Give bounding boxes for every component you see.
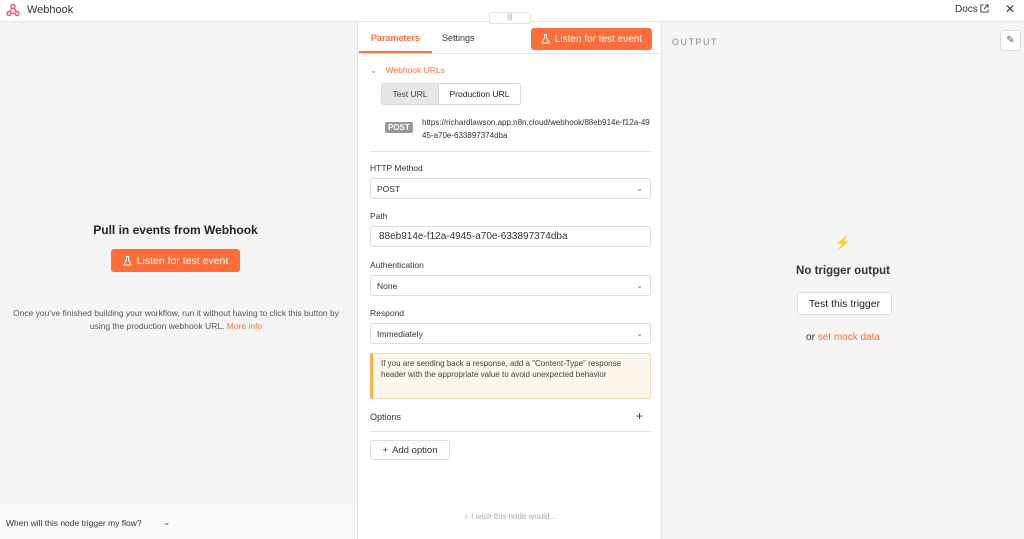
webhook-urls-toggle[interactable]: ⌄ Webhook URLs — [370, 65, 445, 76]
chevron-down-icon: ⌄ — [636, 329, 643, 338]
chevron-down-icon[interactable]: ⌄ — [163, 517, 171, 528]
input-heading: Pull in events from Webhook — [93, 223, 258, 237]
no-output-title: No trigger output — [796, 265, 890, 277]
respond-label: Respond — [370, 308, 405, 318]
http-method-label: HTTP Method — [370, 163, 423, 173]
more-info-link[interactable]: More info — [227, 321, 262, 331]
set-mock-data-link[interactable]: set mock data — [818, 332, 880, 343]
docs-link[interactable]: Docs — [955, 4, 978, 15]
trigger-info-footer[interactable]: When will this node trigger my flow? ⌄ — [0, 504, 357, 539]
chevron-down-icon: ⌄ — [370, 65, 378, 75]
external-link-icon[interactable] — [980, 4, 989, 13]
http-method-value: POST — [377, 183, 401, 194]
webhook-urls-label: Webhook URLs — [385, 65, 445, 75]
mock-data-line: or set mock data — [662, 332, 1024, 343]
output-label: OUTPUT — [672, 37, 718, 47]
input-panel: Pull in events from Webhook Listen for t… — [0, 22, 357, 539]
lightbulb-icon: ♁ — [462, 512, 469, 521]
trigger-question[interactable]: When will this node trigger my flow? — [6, 518, 142, 528]
method-badge: POST — [385, 122, 413, 133]
production-url-option[interactable]: Production URL — [438, 84, 520, 104]
listen-button-label: Listen for test event — [136, 254, 229, 267]
close-icon[interactable]: ✕ — [1005, 2, 1015, 16]
content-type-notice: If you are sending back a response, add … — [370, 353, 651, 399]
flask-icon — [122, 255, 132, 265]
panel-tabs: Parameters Settings Listen for test even… — [358, 22, 661, 54]
url-type-toggle: Test URL Production URL — [381, 83, 521, 105]
path-label: Path — [370, 211, 388, 221]
options-label: Options — [370, 412, 402, 422]
tab-settings[interactable]: Settings — [442, 33, 475, 43]
webhook-icon — [6, 3, 20, 17]
path-input[interactable]: 88eb914e-f12a-4945-a70e-633897374dba — [370, 226, 651, 247]
test-url-option[interactable]: Test URL — [382, 84, 438, 104]
add-option-label: Add option — [392, 444, 438, 456]
respond-value: Immediately — [377, 328, 423, 339]
flask-icon — [540, 34, 550, 44]
chevron-down-icon: ⌄ — [636, 184, 643, 193]
add-option-button[interactable]: + Add option — [370, 440, 450, 460]
path-value: 88eb914e-f12a-4945-a70e-633897374dba — [379, 231, 568, 242]
divider — [370, 151, 651, 152]
feedback-link[interactable]: ♁ I wish this node would... — [358, 512, 661, 521]
lightning-icon: ⚡ — [834, 235, 852, 250]
tab-parameters[interactable]: Parameters — [358, 33, 433, 53]
divider — [370, 431, 651, 432]
listen-for-test-event-button[interactable]: Listen for test event — [111, 249, 240, 272]
webhook-url[interactable]: https://richardlawson.app.n8n.cloud/webh… — [422, 116, 652, 142]
parameters-panel: ||| Parameters Settings Listen for test … — [357, 12, 662, 539]
authentication-value: None — [377, 280, 398, 291]
wish-text: I wish this node would... — [471, 512, 557, 521]
pencil-icon[interactable]: ✎ — [1000, 30, 1021, 51]
authentication-select[interactable]: None ⌄ — [370, 275, 651, 296]
plus-icon: + — [382, 444, 389, 456]
output-panel: OUTPUT ✎ ⚡ No trigger output Test this t… — [662, 22, 1024, 539]
node-title: Webhook — [27, 4, 74, 16]
or-text: or — [806, 332, 815, 343]
plus-icon[interactable]: + — [636, 409, 643, 423]
authentication-label: Authentication — [370, 260, 424, 270]
http-method-select[interactable]: POST ⌄ — [370, 178, 651, 199]
listen-for-test-event-button-top[interactable]: Listen for test event — [531, 28, 652, 50]
description-text: Once you’ve finished building your workf… — [12, 308, 339, 331]
chevron-down-icon: ⌄ — [636, 281, 643, 290]
input-description: Once you’ve finished building your workf… — [8, 307, 344, 333]
respond-select[interactable]: Immediately ⌄ — [370, 323, 651, 344]
listen-button-label: Listen for test event — [554, 33, 643, 45]
test-trigger-button[interactable]: Test this trigger — [797, 292, 892, 315]
